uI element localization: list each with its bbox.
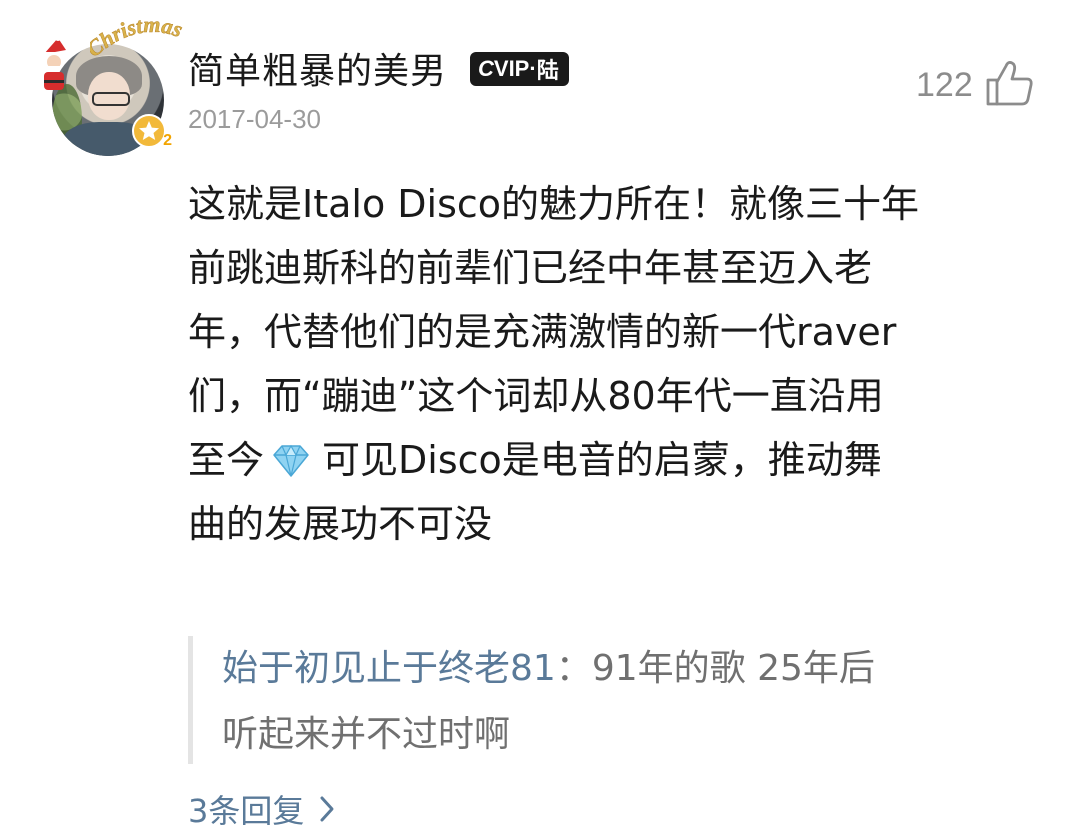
reply-preview-text: 始于初见止于终老81：91年的歌 25年后 听起来并不过时啊 bbox=[222, 636, 1012, 768]
comment-body-line: 年，代替他们的是充满激情的新一代raver bbox=[188, 310, 897, 354]
comment-body-line: 前跳迪斯科的前辈们已经中年甚至迈入老 bbox=[188, 246, 873, 290]
comment-body-line: 这就是Italo Disco的魅力所在！就像三十年 bbox=[188, 182, 920, 226]
comment-body-segment: 可见Disco是电音的启蒙，推动舞 bbox=[322, 438, 882, 482]
view-replies-label: 3条回复 bbox=[188, 792, 305, 830]
svg-text:Christmas: Christmas bbox=[90, 14, 186, 62]
santa-icon bbox=[42, 36, 66, 90]
like-count: 122 bbox=[916, 66, 973, 104]
star-level-icon bbox=[139, 121, 159, 140]
reply-preview[interactable]: 始于初见止于终老81：91年的歌 25年后 听起来并不过时啊 bbox=[188, 636, 1028, 764]
reply-author[interactable]: 始于初见止于终老81 bbox=[222, 648, 556, 689]
avatar-container[interactable]: Christmas 2 bbox=[38, 14, 186, 156]
comment-body-line: 曲的发展功不可没 bbox=[188, 502, 493, 546]
reply-text-segment: 91年的歌 25年后 bbox=[591, 648, 875, 689]
vip-badge-vip: VIP bbox=[493, 56, 530, 81]
thumbs-up-icon[interactable] bbox=[984, 58, 1036, 110]
username[interactable]: 简单粗暴的美男 bbox=[188, 42, 447, 94]
vip-badge-c: C bbox=[478, 56, 494, 81]
chevron-right-icon bbox=[320, 796, 334, 822]
comment-body-line: 们，而“蹦迪”这个词却从80年代一直沿用 bbox=[188, 374, 884, 418]
view-replies-link[interactable]: 3条回复 bbox=[188, 786, 338, 832]
avatar-glasses bbox=[92, 92, 130, 106]
reply-separator: ： bbox=[555, 648, 592, 689]
user-level-badge: 2 bbox=[132, 114, 172, 149]
reply-preview-bar bbox=[188, 636, 193, 764]
user-level-number: 2 bbox=[163, 132, 172, 149]
comment-body: 这就是Italo Disco的魅力所在！就像三十年 前跳迪斯科的前辈们已经中年甚… bbox=[188, 172, 1038, 556]
comment-body-segment: 至今 bbox=[188, 438, 265, 482]
vip-badge[interactable]: C VIP · 陆 bbox=[470, 52, 569, 86]
reply-preview-line: 始于初见止于终老81：91年的歌 25年后 bbox=[222, 636, 1012, 702]
diamond-emoji-icon bbox=[273, 444, 309, 477]
comment-item: Christmas 2 简单粗暴的美男 C VIP · 陆 2017-04-30… bbox=[0, 0, 1080, 839]
vip-badge-level: 陆 bbox=[536, 58, 559, 83]
comment-date: 2017-04-30 bbox=[188, 104, 321, 134]
vip-badge-separator: · bbox=[529, 56, 537, 81]
christmas-text-path: Christmas bbox=[90, 14, 186, 62]
comment-body-line: 至今 可见Disco是电音的启蒙，推动舞 bbox=[188, 428, 1038, 492]
reply-preview-line: 听起来并不过时啊 bbox=[222, 714, 511, 755]
